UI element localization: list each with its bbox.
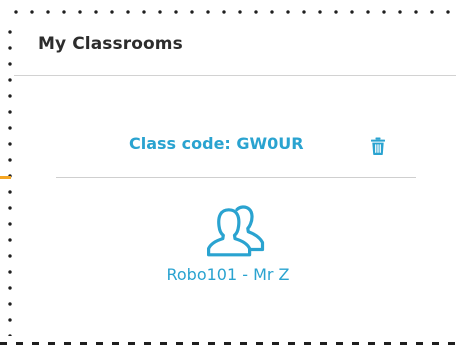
classroom-card-divider <box>56 177 416 178</box>
orange-edge-marker <box>0 176 11 179</box>
dotted-border-top <box>8 10 452 14</box>
delete-classroom-button[interactable] <box>370 137 386 155</box>
dashed-border-bottom <box>0 342 456 345</box>
class-code-label: Class code: GW0UR <box>129 134 304 153</box>
classroom-open-button[interactable] <box>207 203 265 257</box>
users-icon <box>207 205 265 257</box>
page-title: My Classrooms <box>38 34 183 54</box>
page-frame: My Classrooms Class code: GW0UR Robo101 … <box>0 0 456 346</box>
header-divider <box>14 75 456 76</box>
dotted-border-left <box>8 24 12 336</box>
trash-icon <box>371 137 385 155</box>
classroom-name-link[interactable]: Robo101 - Mr Z <box>0 265 456 284</box>
